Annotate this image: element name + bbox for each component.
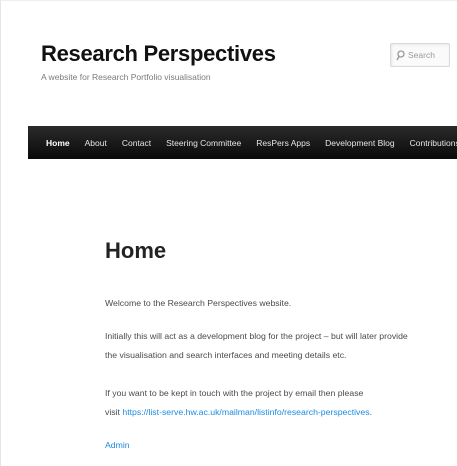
page-frame: Research Perspectives A website for Rese… — [0, 0, 457, 466]
nav-item-contact[interactable]: Contact — [122, 138, 151, 148]
welcome-paragraph: Welcome to the Research Perspectives web… — [105, 294, 291, 313]
admin-link[interactable]: Admin — [105, 440, 130, 450]
search-placeholder: Search — [408, 50, 435, 60]
nav-item-development-blog[interactable]: Development Blog — [325, 138, 394, 148]
mailing-list-prefix: visit — [105, 407, 123, 417]
nav-item-steering-committee[interactable]: Steering Committee — [166, 138, 241, 148]
nav-item-home[interactable]: Home — [46, 138, 70, 148]
mailing-list-line-2: visit https://list-serve.hw.ac.uk/mailma… — [105, 403, 372, 422]
search-icon — [396, 49, 405, 61]
mailing-list-suffix: . — [369, 407, 372, 417]
page-title: Home — [105, 238, 167, 263]
welcome-text: Welcome to the Research Perspectives web… — [105, 298, 292, 308]
site-tagline: A website for Research Portfolio visuali… — [41, 72, 211, 82]
nav-item-respers-apps[interactable]: ResPers Apps — [256, 138, 310, 148]
search-input[interactable]: Search — [390, 43, 450, 67]
intro-line-2: the visualisation and search interfaces … — [105, 350, 347, 360]
intro-paragraph: Initially this will act as a development… — [105, 327, 408, 365]
mailing-list-line-1: If you want to be kept in touch with the… — [105, 388, 364, 398]
nav-item-about[interactable]: About — [85, 138, 107, 148]
site-title[interactable]: Research Perspectives — [41, 41, 276, 67]
mailing-list-link[interactable]: https://list-serve.hw.ac.uk/mailman/list… — [122, 407, 369, 417]
intro-line-1: Initially this will act as a development… — [105, 331, 408, 341]
nav-item-contributions[interactable]: Contributions — [410, 138, 457, 148]
mailing-list-paragraph: If you want to be kept in touch with the… — [105, 384, 372, 422]
main-navigation: Home About Contact Steering Committee Re… — [28, 126, 457, 159]
